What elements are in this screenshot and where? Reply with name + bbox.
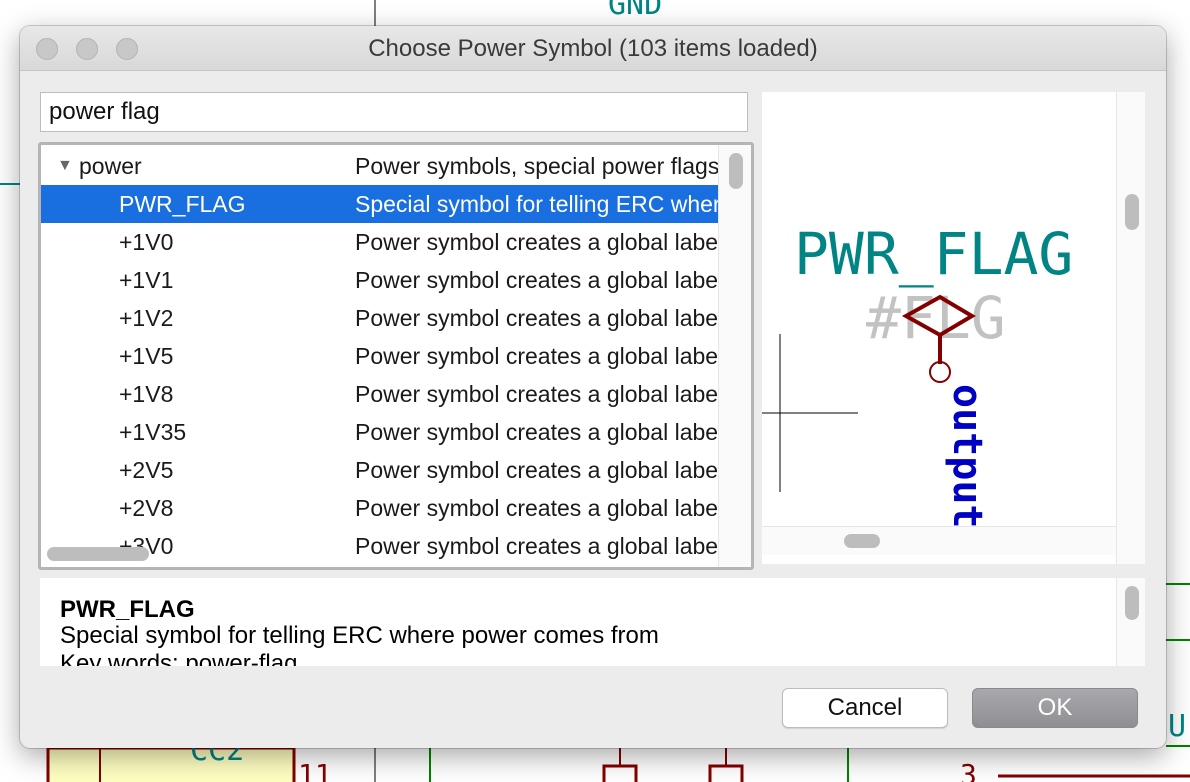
bg-gnd-label: GND [608,0,662,22]
ok-button[interactable]: OK [972,688,1138,728]
preview-symbol-name: PWR_FLAG [794,220,1073,288]
tree-row[interactable]: +1V1 Power symbol creates a global label … [41,261,721,299]
bg-pin-label: 3 [960,758,977,782]
details-vertical-scroll-thumb[interactable] [1125,586,1139,620]
symbol-description: Power symbol creates a global label with… [355,495,721,521]
bg-ic-body [46,746,296,782]
symbol-description: Power symbol creates a global label with… [355,229,721,255]
cancel-button[interactable]: Cancel [782,688,948,728]
symbol-preview-canvas[interactable]: PWR_FLAG #FLG output [762,92,1116,564]
symbol-tree[interactable]: ▼ power Power symbols, special power fla… [38,142,754,570]
bg-resistor [602,764,638,782]
details-symbol-name: PWR_FLAG [60,596,195,623]
symbol-name: +2V8 [119,495,174,521]
preview-vertical-scrollbar[interactable] [1116,92,1145,564]
symbol-name: +1V0 [119,229,174,255]
symbol-name: +1V8 [119,381,174,407]
tree-row[interactable]: +1V2 Power symbol creates a global label … [41,299,721,337]
preview-horizontal-scroll-thumb[interactable] [844,534,880,548]
symbol-description: Power symbol creates a global label with… [355,267,721,293]
expand-triangle-icon[interactable]: ▼ [57,147,73,185]
preview-pin-label: output [944,384,990,526]
symbol-description: Power symbol creates a global label with… [355,343,721,369]
preview-vertical-scroll-thumb[interactable] [1125,194,1139,230]
symbol-description: Power symbol creates a global label with… [355,381,721,407]
details-keywords: Key words: power-flag [60,650,298,666]
bg-resistor [708,764,744,782]
symbol-description: Power symbol creates a global label with… [355,457,721,483]
symbol-name: +1V35 [119,419,187,445]
tree-row[interactable]: +1V35 Power symbol creates a global label… [41,413,721,451]
tree-row[interactable]: +1V8 Power symbol creates a global label … [41,375,721,413]
bg-pin-label: 11 [298,758,332,782]
symbol-name: +1V1 [119,267,174,293]
symbol-preview-drawing: PWR_FLAG #FLG output [762,220,1073,529]
tree-vertical-scrollbar[interactable] [718,145,751,567]
preview-reference: #FLG [866,284,1006,352]
tree-row-power-library[interactable]: ▼ power Power symbols, special power fla… [41,147,721,185]
symbol-description: Special symbol for telling ERC where pow… [355,191,721,217]
symbol-name: +2V5 [119,457,174,483]
symbol-description: Power symbol creates a global label with… [355,533,721,559]
tree-row[interactable]: +1V0 Power symbol creates a global label … [41,223,721,261]
choose-power-symbol-dialog: Choose Power Symbol (103 items loaded) ▼… [20,26,1166,748]
tree-vertical-scroll-thumb[interactable] [729,153,743,189]
library-description: Power symbols, special power flags [355,153,720,179]
tree-row[interactable]: +2V5 Power symbol creates a global label … [41,451,721,489]
tree-row[interactable]: +1V5 Power symbol creates a global label … [41,337,721,375]
tree-row[interactable]: +2V8 Power symbol creates a global label … [41,489,721,527]
title-bar[interactable]: Choose Power Symbol (103 items loaded) [20,26,1166,71]
bg-u-label: U [1168,709,1186,744]
symbol-description: Power symbol creates a global label with… [355,419,721,445]
symbol-description: Power symbol creates a global label with… [355,305,721,331]
details-description: Special symbol for telling ERC where pow… [60,622,659,649]
symbol-name: PWR_FLAG [119,191,246,217]
tree-horizontal-scroll-thumb[interactable] [47,547,149,561]
symbol-details-pane: PWR_FLAG Special symbol for telling ERC … [40,578,1116,666]
search-input[interactable] [40,92,748,132]
window-title: Choose Power Symbol (103 items loaded) [368,35,818,62]
library-name: power [79,153,142,179]
pin-endpoint-circle [929,361,951,383]
symbol-name: +1V5 [119,343,174,369]
tree-row[interactable]: PWR_FLAG Special symbol for telling ERC w… [41,185,721,223]
symbol-name: +1V2 [119,305,174,331]
preview-horizontal-scrollbar[interactable] [762,526,1116,555]
